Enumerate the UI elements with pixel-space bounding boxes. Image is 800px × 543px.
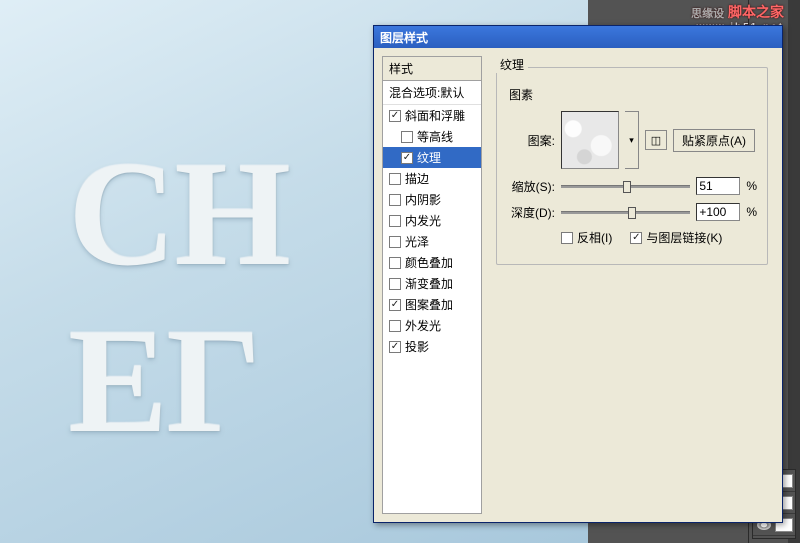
style-checkbox[interactable] — [389, 110, 401, 122]
scale-unit: % — [746, 179, 757, 193]
blend-options-row[interactable]: 混合选项:默认 — [383, 81, 481, 105]
style-item[interactable]: 光泽 — [383, 231, 481, 252]
pattern-swatch[interactable] — [561, 111, 619, 169]
watermark-brand: 脚本之家 — [728, 4, 784, 20]
chevron-down-icon: ▾ — [629, 135, 634, 146]
dialog-title: 图层样式 — [380, 29, 428, 46]
style-checkbox[interactable] — [389, 299, 401, 311]
style-item-label: 内阴影 — [405, 191, 441, 208]
dialog-titlebar[interactable]: 图层样式 — [374, 26, 782, 48]
style-item-label: 渐变叠加 — [405, 275, 453, 292]
texture-options-panel: 纹理 图素 图案: ▾ ◫ 贴紧原点(A) 缩放(S): % — [490, 56, 774, 514]
style-checkbox[interactable] — [401, 152, 413, 164]
artwork-text-line2: EГ — [68, 295, 259, 467]
style-item[interactable]: 内阴影 — [383, 189, 481, 210]
style-checkbox[interactable] — [389, 341, 401, 353]
depth-row: 深度(D): % — [507, 203, 757, 221]
style-item[interactable]: 纹理 — [383, 147, 481, 168]
style-item[interactable]: 等高线 — [383, 126, 481, 147]
style-checkbox[interactable] — [401, 131, 413, 143]
style-item-label: 图案叠加 — [405, 296, 453, 313]
new-pattern-icon: ◫ — [651, 134, 661, 147]
style-item[interactable]: 外发光 — [383, 315, 481, 336]
style-checkbox[interactable] — [389, 215, 401, 227]
style-item-label: 外发光 — [405, 317, 441, 334]
style-checkbox[interactable] — [389, 236, 401, 248]
group-title: 纹理 — [496, 56, 528, 73]
checkbox-row: 反相(I) 与图层链接(K) — [561, 229, 757, 246]
style-item-label: 投影 — [405, 338, 429, 355]
watermark-prefix: 思缘设 — [691, 8, 724, 20]
link-with-layer-checkbox[interactable]: 与图层链接(K) — [630, 229, 722, 246]
artwork-text-line1: CH — [68, 128, 289, 300]
style-item[interactable]: 图案叠加 — [383, 294, 481, 315]
new-pattern-button[interactable]: ◫ — [645, 130, 667, 150]
snap-to-origin-button[interactable]: 贴紧原点(A) — [673, 129, 755, 152]
scale-input[interactable] — [696, 177, 740, 195]
style-checkbox[interactable] — [389, 194, 401, 206]
texture-group-frame: 图素 图案: ▾ ◫ 贴紧原点(A) 缩放(S): % — [496, 67, 768, 265]
pattern-dropdown-button[interactable]: ▾ — [625, 111, 639, 169]
style-item-label: 颜色叠加 — [405, 254, 453, 271]
style-checkbox[interactable] — [389, 320, 401, 332]
styles-list-panel: 样式 混合选项:默认 斜面和浮雕等高线纹理描边内阴影内发光光泽颜色叠加渐变叠加图… — [382, 56, 482, 514]
invert-label: 反相(I) — [577, 229, 612, 246]
style-checkbox[interactable] — [389, 173, 401, 185]
layer-style-dialog: 图层样式 样式 混合选项:默认 斜面和浮雕等高线纹理描边内阴影内发光光泽颜色叠加… — [373, 25, 783, 523]
style-item-label: 内发光 — [405, 212, 441, 229]
style-item[interactable]: 投影 — [383, 336, 481, 357]
style-item[interactable]: 渐变叠加 — [383, 273, 481, 294]
checkbox-icon — [630, 232, 642, 244]
dock-strip — [788, 0, 800, 543]
scale-row: 缩放(S): % — [507, 177, 757, 195]
style-item[interactable]: 斜面和浮雕 — [383, 105, 481, 126]
style-item-label: 等高线 — [417, 128, 453, 145]
depth-input[interactable] — [696, 203, 740, 221]
pattern-label: 图案: — [507, 132, 555, 149]
depth-slider[interactable] — [561, 205, 690, 219]
style-checkbox[interactable] — [389, 278, 401, 290]
scale-label: 缩放(S): — [507, 178, 555, 195]
style-item-label: 描边 — [405, 170, 429, 187]
style-item-label: 斜面和浮雕 — [405, 107, 465, 124]
style-item-label: 光泽 — [405, 233, 429, 250]
style-checkbox[interactable] — [389, 257, 401, 269]
link-label: 与图层链接(K) — [646, 229, 722, 246]
style-item[interactable]: 内发光 — [383, 210, 481, 231]
invert-checkbox[interactable]: 反相(I) — [561, 229, 612, 246]
style-item-label: 纹理 — [417, 149, 441, 166]
depth-slider-thumb[interactable] — [628, 207, 636, 219]
depth-label: 深度(D): — [507, 204, 555, 221]
elements-label: 图素 — [509, 86, 757, 103]
pattern-row: 图案: ▾ ◫ 贴紧原点(A) — [507, 111, 757, 169]
style-item[interactable]: 描边 — [383, 168, 481, 189]
scale-slider[interactable] — [561, 179, 690, 193]
styles-list-header: 样式 — [383, 57, 481, 81]
style-item[interactable]: 颜色叠加 — [383, 252, 481, 273]
scale-slider-thumb[interactable] — [623, 181, 631, 193]
depth-unit: % — [746, 205, 757, 219]
checkbox-icon — [561, 232, 573, 244]
